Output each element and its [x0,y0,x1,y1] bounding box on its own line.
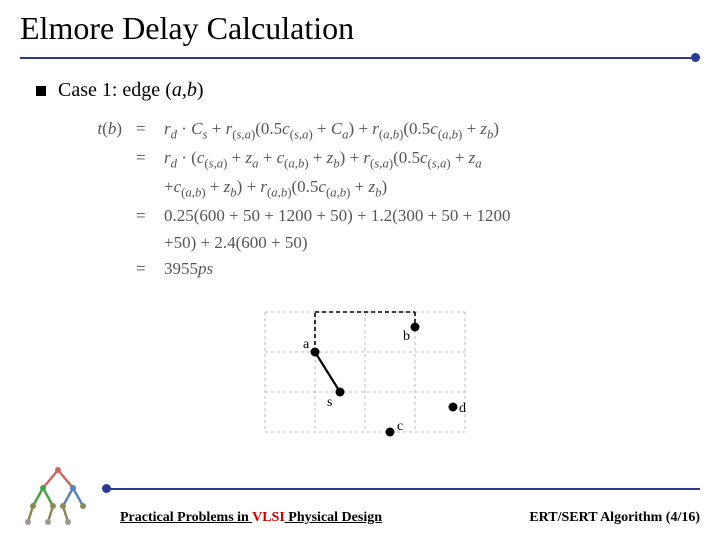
bullet-row: Case 1: edge (a,b) [36,79,684,102]
footer-rule-line [106,488,700,490]
bullet-var-b: b [187,79,197,101]
math-eq-1: = [136,116,150,145]
node-b [411,323,420,332]
math-lhs-blank-4 [84,256,122,282]
node-d [449,403,458,412]
slide-title: Elmore Delay Calculation [20,10,700,47]
node-a [311,348,320,357]
title-area: Elmore Delay Calculation [0,0,720,65]
math-row-3b: +50) + 2.4(600 + 50) [84,230,684,256]
math-row-2: = rd · (c(s,a) + za + c(a,b) + zb) + r(s… [84,145,684,174]
math-rhs-2b: +c(a,b) + zb) + r(a,b)(0.5c(a,b) + zb) [164,174,684,203]
math-eq-2: = [136,145,150,174]
tree-logo-icon [18,460,98,530]
edge-s-a [315,352,340,392]
footer-pd: Physical Design [285,510,382,525]
math-rhs-2: rd · (c(s,a) + za + c(a,b) + zb) + r(s,a… [164,145,684,174]
footer-rule [106,482,700,496]
content-area: Case 1: edge (a,b) t(b) = rd · Cs + r(s,… [0,65,720,442]
label-d: d [459,401,466,416]
bullet-var-a: a [172,79,182,101]
footer-vlsi: VLSI [252,510,285,525]
math-eq-blank-3b [136,230,150,256]
math-rhs-3: 0.25(600 + 50 + 1200 + 50) + 1.2(300 + 5… [164,203,684,229]
footer-left: Practical Problems in VLSI Physical Desi… [120,510,382,526]
label-a: a [303,337,310,352]
math-row-2b: +c(a,b) + zb) + r(a,b)(0.5c(a,b) + zb) [84,174,684,203]
math-row-4: = 3955ps [84,256,684,282]
node-c [386,428,395,437]
footer-right: ERT/SERT Algorithm (4/16) [529,510,700,526]
slide: Elmore Delay Calculation Case 1: edge (a… [0,0,720,540]
math-rhs-3b: +50) + 2.4(600 + 50) [164,230,684,256]
footer-right-text: ERT/SERT Algorithm (4/16) [529,510,700,525]
footer-pp: Practical Problems in [120,510,252,525]
bullet-suffix: ) [197,79,204,101]
tree-diagram: a b s c d [245,292,475,442]
math-lhs-blank-3b [84,230,122,256]
math-eq-blank-2b [136,174,150,203]
math-row-1: t(b) = rd · Cs + r(s,a)(0.5c(s,a) + Ca) … [84,116,684,145]
math-rhs-4: 3955ps [164,256,684,282]
math-lhs-blank-2b [84,174,122,203]
math-lhs-blank-2 [84,145,122,174]
square-bullet-icon [36,86,46,96]
label-b: b [403,329,410,344]
math-eq-4: = [136,256,150,282]
math-block: t(b) = rd · Cs + r(s,a)(0.5c(s,a) + Ca) … [84,116,684,282]
title-rule [20,51,700,65]
bullet-prefix: Case 1: edge ( [58,79,172,101]
title-rule-line [20,57,700,59]
label-c: c [397,419,403,434]
math-rhs-1: rd · Cs + r(s,a)(0.5c(s,a) + Ca) + r(a,b… [164,116,684,145]
title-rule-dot [691,53,700,62]
bullet-text: Case 1: edge (a,b) [58,79,204,102]
math-row-3: = 0.25(600 + 50 + 1200 + 50) + 1.2(300 +… [84,203,684,229]
grid-lines [265,312,465,432]
node-s [336,388,345,397]
diagram-wrap: a b s c d [36,292,684,442]
math-lhs-blank-3 [84,203,122,229]
label-s: s [327,395,332,410]
math-lhs: t(b) [84,116,122,145]
math-eq-3: = [136,203,150,229]
